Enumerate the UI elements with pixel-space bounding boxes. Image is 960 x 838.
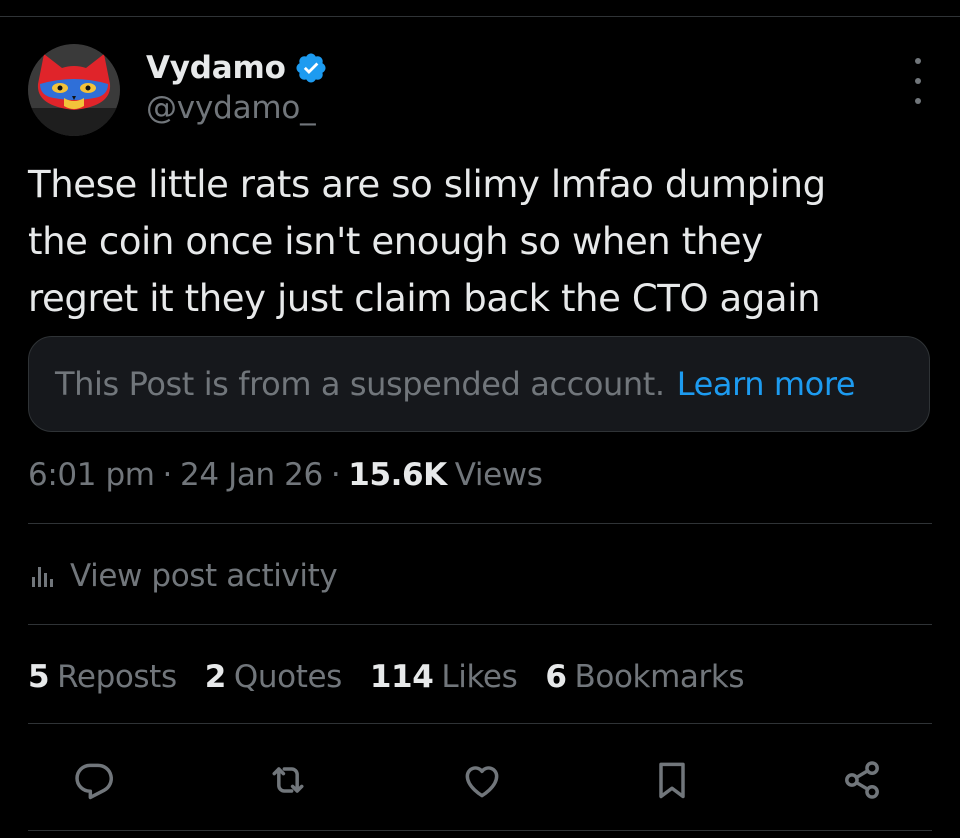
separator: ·	[330, 457, 341, 493]
like-icon	[465, 766, 499, 798]
user-handle[interactable]: @vydamo_	[146, 90, 316, 126]
reply-icon	[75, 763, 113, 800]
learn-more-link[interactable]: Learn more	[677, 365, 856, 403]
quotes-label: Quotes	[233, 659, 342, 695]
post-text: These little rats are so slimy lmfao dum…	[28, 163, 826, 320]
more-dot-icon	[915, 78, 921, 84]
likes-count: 114	[369, 659, 434, 695]
display-name[interactable]: Vydamo	[146, 50, 286, 86]
share-icon	[845, 761, 879, 799]
more-options-button[interactable]	[904, 58, 932, 104]
bookmark-button[interactable]	[644, 752, 700, 808]
reposts-label: Reposts	[57, 659, 177, 695]
repost-icon	[272, 767, 304, 793]
more-dot-icon	[915, 98, 921, 104]
more-dot-icon	[915, 58, 921, 64]
like-button[interactable]	[454, 752, 510, 808]
bookmarks-label: Bookmarks	[574, 659, 745, 695]
likes-label: Likes	[441, 659, 518, 695]
post-date[interactable]: 24 Jan 26	[180, 457, 323, 493]
view-post-activity-label: View post activity	[70, 558, 338, 594]
post-header: Vydamo @vydamo_	[28, 44, 932, 136]
separator: ·	[162, 457, 173, 493]
quotes-stat[interactable]: 2 Quotes	[204, 659, 343, 695]
reposts-stat[interactable]: 5 Reposts	[28, 659, 177, 695]
quotes-count: 2	[204, 659, 227, 695]
cartoon-cat-avatar-icon	[28, 44, 120, 136]
bookmarks-count: 6	[545, 659, 567, 695]
post-time[interactable]: 6:01 pm	[28, 457, 155, 493]
divider	[28, 723, 932, 724]
bottom-divider	[28, 830, 932, 831]
likes-stat[interactable]: 114 Likes	[369, 659, 518, 695]
share-button[interactable]	[834, 752, 890, 808]
reposts-count: 5	[28, 659, 50, 695]
suspended-account-notice: This Post is from a suspended account. L…	[28, 336, 930, 432]
post-actions	[60, 752, 900, 808]
avatar[interactable]	[28, 44, 120, 136]
top-divider	[0, 16, 960, 17]
reply-button[interactable]	[66, 752, 122, 808]
post-metadata: 6:01 pm · 24 Jan 26 · 15.6K Views	[28, 452, 543, 498]
view-post-activity-button[interactable]: View post activity	[30, 553, 338, 599]
bookmark-icon	[659, 762, 685, 799]
suspended-notice-text: This Post is from a suspended account.	[55, 365, 665, 403]
bar-chart-icon	[32, 567, 53, 587]
views-count: 15.6K	[348, 457, 447, 493]
bookmarks-stat[interactable]: 6 Bookmarks	[545, 659, 744, 695]
views-label: Views	[454, 457, 543, 493]
divider	[28, 523, 932, 524]
verified-badge-icon[interactable]	[294, 51, 328, 85]
divider	[28, 624, 932, 625]
repost-button[interactable]	[260, 752, 316, 808]
engagement-stats: 5 Reposts 2 Quotes 114 Likes 6 Bookmarks	[28, 654, 772, 700]
display-name-row: Vydamo	[146, 48, 328, 88]
